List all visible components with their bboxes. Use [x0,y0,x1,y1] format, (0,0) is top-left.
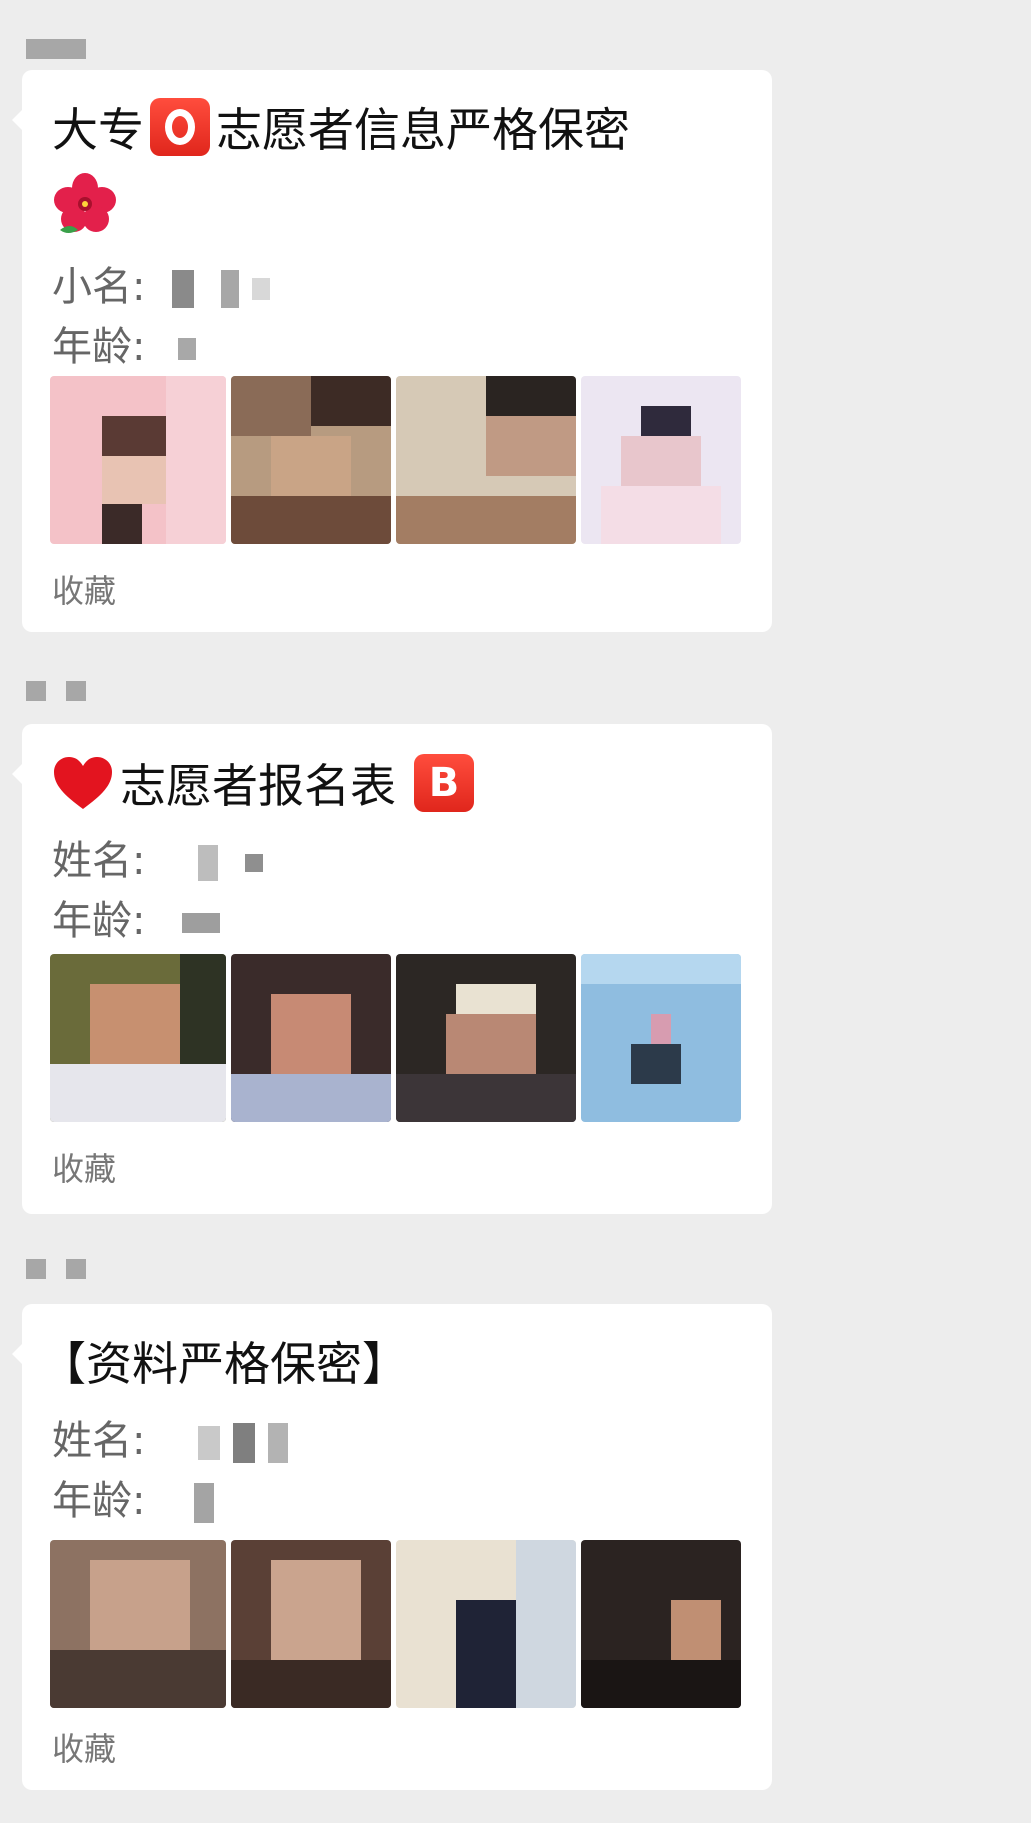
title-text: 志愿者报名表 [120,759,396,813]
photo-grid [50,954,742,1122]
blurred-photo[interactable] [581,954,741,1122]
age-field: 年龄: [52,888,221,946]
redacted-value [178,338,197,360]
blurred-photo[interactable] [50,1540,226,1708]
heart-icon [52,755,114,811]
blurred-photo[interactable] [581,1540,741,1708]
blurred-photo[interactable] [396,954,576,1122]
redacted-value [244,854,263,872]
blurred-photo[interactable] [231,376,391,544]
o-button-icon [150,98,210,156]
favorite-label[interactable]: 收藏 [52,1724,116,1770]
blurred-photo[interactable] [396,376,576,544]
hibiscus-icon [52,172,118,238]
b-button-icon: B [414,754,474,812]
redacted-value [232,1423,255,1463]
age-field: 年龄: [52,1468,215,1526]
redacted-value [267,1423,288,1463]
blurred-photo[interactable] [231,954,391,1122]
favorite-label[interactable]: 收藏 [52,1144,116,1190]
message-bubble[interactable]: 【资料严格保密】 姓名: 年龄: 收藏 [12,1304,772,1790]
name-label: 姓名: [52,838,146,884]
sender-name-redacted [26,1258,86,1280]
nickname-field: 小名: [52,254,270,312]
photo-grid [50,376,742,544]
title-text: 志愿者信息严格保密 [216,103,630,157]
title-text: 【资料严格保密】 [40,1337,408,1391]
title-prefix: 大专 [52,103,144,157]
blurred-photo[interactable] [50,954,226,1122]
sender-name-redacted [26,38,86,60]
nickname-label: 小名: [52,264,146,310]
blurred-photo[interactable] [231,1540,391,1708]
name-label: 姓名: [52,1418,146,1464]
sender-name-redacted [26,680,86,702]
photo-grid [50,1540,742,1708]
redacted-value [198,845,219,881]
redacted-value [198,1426,221,1460]
redacted-value [172,270,195,308]
message-title: 志愿者报名表 B [52,750,480,816]
name-field: 姓名: [52,828,263,886]
age-label: 年龄: [52,324,146,370]
message-title: 大专 志愿者信息严格保密 [52,94,630,160]
favorite-label[interactable]: 收藏 [52,566,116,612]
age-label: 年龄: [52,898,146,944]
message-bubble[interactable]: 大专 志愿者信息严格保密 小名: 年龄: 收藏 [12,70,772,632]
message-title: 【资料严格保密】 [40,1328,408,1394]
redacted-value [194,1483,215,1523]
blurred-photo[interactable] [396,1540,576,1708]
name-field: 姓名: [52,1408,288,1466]
age-field: 年龄: [52,314,197,372]
age-label: 年龄: [52,1478,146,1524]
redacted-value [182,913,221,933]
redacted-value [220,270,239,308]
message-bubble[interactable]: 志愿者报名表 B 姓名: 年龄: 收藏 [12,724,772,1214]
blurred-photo[interactable] [50,376,226,544]
redacted-value [251,278,270,300]
blurred-photo[interactable] [581,376,741,544]
